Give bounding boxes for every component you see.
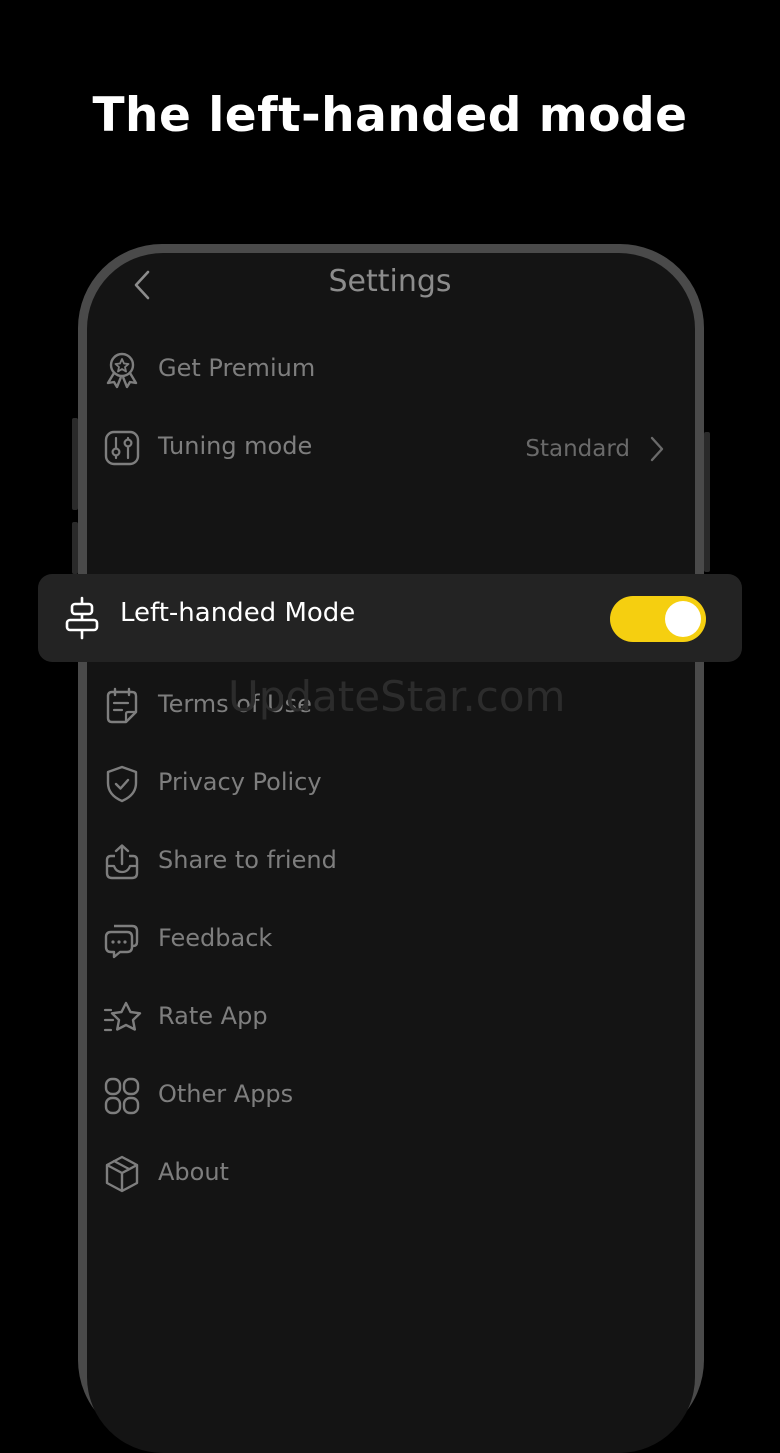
document-icon <box>106 687 138 724</box>
settings-item-rate-app[interactable]: Rate App <box>100 988 680 1048</box>
settings-item-label: Left-handed Mode <box>120 598 356 628</box>
settings-item-label: Share to friend <box>158 846 337 874</box>
grid-apps-icon <box>104 1077 140 1115</box>
settings-item-share-to-friend[interactable]: Share to friend <box>100 832 680 892</box>
tuning-mode-value: Standard <box>525 436 630 462</box>
settings-item-privacy-policy[interactable]: Privacy Policy <box>100 754 680 814</box>
box-icon <box>105 1155 139 1193</box>
toggle-knob <box>665 601 701 637</box>
settings-item-about[interactable]: About <box>100 1144 680 1204</box>
settings-item-label: Rate App <box>158 1002 268 1030</box>
settings-item-feedback[interactable]: Feedback <box>100 910 680 970</box>
settings-item-left-handed-mode: Left-handed Mode <box>38 574 742 662</box>
star-icon <box>103 1001 142 1032</box>
phone-volume-button <box>72 522 78 574</box>
chevron-right-icon <box>650 436 664 462</box>
settings-item-label: Other Apps <box>158 1080 294 1108</box>
left-handed-mode-toggle[interactable] <box>610 596 706 642</box>
settings-item-label: About <box>158 1158 229 1186</box>
award-badge-icon <box>106 352 138 389</box>
watermark: UpdateStar.com <box>228 672 566 721</box>
share-upload-icon <box>105 844 139 880</box>
settings-item-get-premium[interactable]: Get Premium <box>100 340 680 400</box>
phone-volume-button <box>72 418 78 510</box>
settings-item-label: Get Premium <box>158 354 316 382</box>
phone-power-button <box>704 432 710 572</box>
page-title: Settings <box>328 264 452 299</box>
chat-bubbles-icon <box>104 924 139 959</box>
shield-check-icon <box>106 765 138 803</box>
settings-item-label: Privacy Policy <box>158 768 322 796</box>
sliders-icon <box>104 430 140 466</box>
settings-item-tuning-mode[interactable]: Tuning mode Standard <box>100 418 680 478</box>
settings-item-other-apps[interactable]: Other Apps <box>100 1066 680 1126</box>
settings-item-label: Tuning mode <box>158 432 313 460</box>
align-center-icon <box>65 596 99 640</box>
headline: The left-handed mode <box>92 88 688 143</box>
settings-item-label: Feedback <box>158 924 273 952</box>
